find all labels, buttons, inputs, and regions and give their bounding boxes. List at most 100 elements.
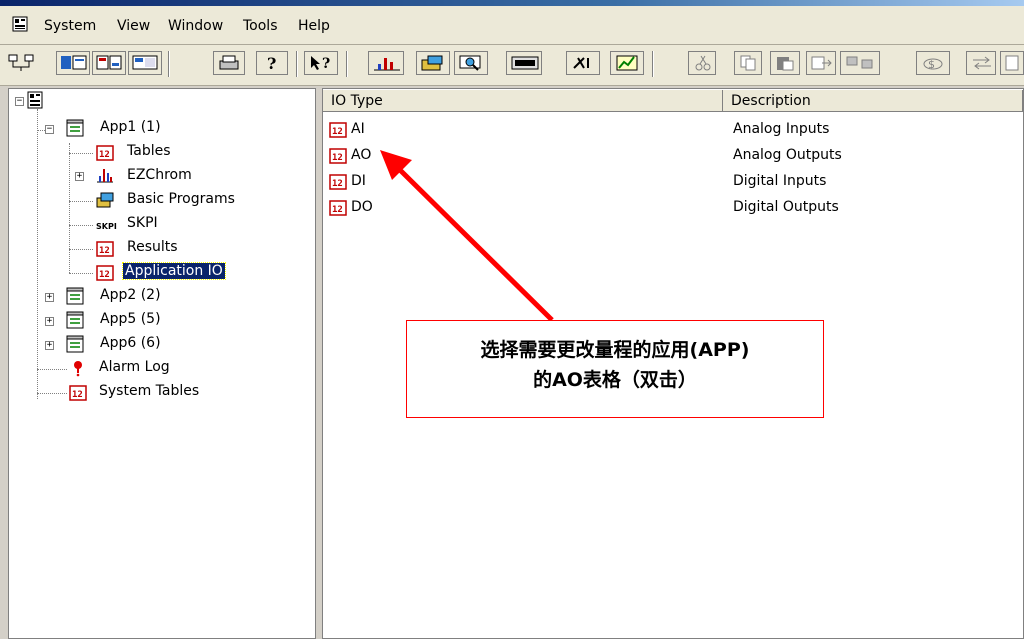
- folder-icon: [421, 55, 443, 71]
- application-icon: [66, 311, 84, 329]
- svg-text:?: ?: [322, 56, 330, 72]
- table-icon: 12: [96, 265, 114, 281]
- chromatogram-icon: [97, 169, 113, 183]
- toolbar-separator: [346, 51, 348, 77]
- table-icon: 12: [329, 122, 347, 138]
- monitor-button[interactable]: [506, 51, 542, 75]
- column-header-io-type[interactable]: IO Type: [323, 90, 723, 112]
- printer-icon: [219, 55, 239, 70]
- tree-item-app6[interactable]: App6 (6): [98, 335, 163, 351]
- description-cell: Digital Outputs: [733, 199, 839, 215]
- tree-item-skpi[interactable]: SKPI: [125, 215, 160, 231]
- inspect-button[interactable]: [454, 51, 488, 75]
- svg-text:12: 12: [72, 390, 83, 400]
- svg-text:12: 12: [99, 150, 110, 160]
- io-type-cell[interactable]: AO: [351, 147, 371, 163]
- toolbar-separator: [296, 51, 298, 77]
- io-type-cell[interactable]: DI: [351, 173, 366, 189]
- tree-pane[interactable]: − − App1 (1) 12 Tables + EZChrom Basic P…: [8, 88, 316, 639]
- annotation-callout: 选择需要更改量程的应用(APP) 的AO表格（双击）: [406, 320, 824, 418]
- table-icon: 12: [96, 241, 114, 257]
- svg-text:12: 12: [332, 153, 343, 163]
- overflow-button[interactable]: [1000, 51, 1024, 75]
- svg-text:?: ?: [267, 54, 276, 72]
- tree-item-basic-programs[interactable]: Basic Programs: [125, 191, 237, 207]
- programs-button[interactable]: [416, 51, 450, 75]
- connect-button[interactable]: $: [916, 51, 950, 75]
- app-icon[interactable]: [12, 16, 28, 32]
- magnifier-icon: [459, 55, 481, 71]
- application-icon: [66, 335, 84, 353]
- description-cell: Digital Inputs: [733, 173, 827, 189]
- svg-text:12: 12: [332, 179, 343, 189]
- connect-icon: $: [923, 58, 943, 71]
- tree-item-system-tables[interactable]: System Tables: [97, 383, 201, 399]
- menu-system[interactable]: System: [44, 18, 96, 34]
- basic-programs-icon: [96, 192, 114, 208]
- tree-guide: [37, 109, 38, 399]
- table-icon: 12: [96, 145, 114, 161]
- chart-icon: [374, 58, 400, 71]
- skpi-icon: SKPI: [96, 222, 117, 231]
- toolbar-separator: [168, 51, 170, 77]
- copy-button[interactable]: [734, 51, 762, 75]
- help-button[interactable]: ?: [256, 51, 288, 75]
- tree-item-alarm-log[interactable]: Alarm Log: [97, 359, 172, 375]
- tree-item-app5[interactable]: App5 (5): [98, 311, 163, 327]
- export-icon: [811, 56, 832, 70]
- application-icon: [66, 287, 84, 305]
- table-icon: 12: [329, 200, 347, 216]
- annotation-line-2: 的AO表格（双击）: [533, 369, 697, 391]
- menu-help[interactable]: Help: [298, 18, 330, 34]
- expand-toggle[interactable]: +: [75, 172, 84, 181]
- pointer-help-icon: ?: [311, 56, 330, 72]
- monitor-icon: [511, 56, 539, 70]
- paste-button[interactable]: [770, 51, 800, 75]
- collapse-toggle[interactable]: −: [45, 125, 54, 134]
- menu-tools[interactable]: Tools: [243, 18, 278, 34]
- view-mode-3-button[interactable]: [128, 51, 162, 75]
- expand-toggle[interactable]: +: [45, 341, 54, 350]
- tree-item-application-io[interactable]: Application IO: [122, 262, 226, 280]
- export-button[interactable]: [806, 51, 836, 75]
- tree-connector: [69, 153, 93, 154]
- tree-item-ezchrom[interactable]: EZChrom: [125, 167, 194, 183]
- column-header-description[interactable]: Description: [723, 90, 1023, 112]
- menu-window[interactable]: Window: [168, 18, 223, 34]
- svg-text:12: 12: [332, 127, 343, 137]
- network-button[interactable]: [4, 51, 42, 75]
- system-icon: [27, 91, 43, 109]
- scissors-icon: [695, 55, 711, 71]
- tree-item-results[interactable]: Results: [125, 239, 180, 255]
- cut-button[interactable]: [688, 51, 716, 75]
- transfer-button[interactable]: [966, 51, 996, 75]
- view-mode-2-button[interactable]: [92, 51, 126, 75]
- context-help-button[interactable]: ?: [304, 51, 338, 75]
- tree-item-app1[interactable]: App1 (1): [98, 119, 163, 135]
- tree-connector: [69, 201, 93, 202]
- print-button[interactable]: [213, 51, 245, 75]
- menu-view[interactable]: View: [117, 18, 150, 34]
- svg-text:$: $: [928, 58, 935, 71]
- list-view-icon: [132, 55, 158, 70]
- settings-button[interactable]: [566, 51, 600, 75]
- network-config-button[interactable]: [840, 51, 880, 75]
- expand-toggle[interactable]: +: [45, 317, 54, 326]
- collapse-toggle[interactable]: −: [15, 97, 24, 106]
- chromatogram-button[interactable]: [368, 51, 404, 75]
- view-mode-1-button[interactable]: [56, 51, 90, 75]
- io-type-cell[interactable]: AI: [351, 121, 365, 137]
- alarm-icon: [74, 361, 82, 377]
- copy-icon: [740, 55, 756, 71]
- table-icon: 12: [69, 385, 87, 401]
- table-icon: 12: [329, 174, 347, 190]
- expand-toggle[interactable]: +: [45, 293, 54, 302]
- tree-item-app2[interactable]: App2 (2): [98, 287, 163, 303]
- tree-connector: [69, 273, 93, 274]
- tree-connector: [37, 369, 67, 370]
- io-type-cell[interactable]: DO: [351, 199, 373, 215]
- graph-button[interactable]: [610, 51, 644, 75]
- tree-item-tables[interactable]: Tables: [125, 143, 173, 159]
- transfer-icon: [973, 56, 991, 70]
- svg-text:12: 12: [99, 270, 110, 280]
